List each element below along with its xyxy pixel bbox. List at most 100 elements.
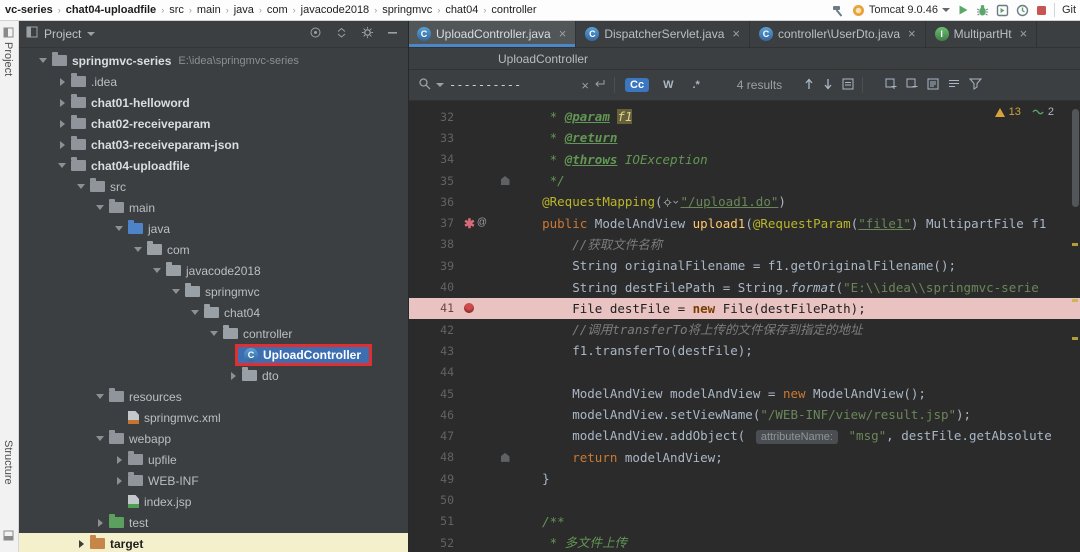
search-input[interactable]: ----------	[449, 78, 576, 92]
tree-item[interactable]: main	[18, 197, 408, 218]
chevron-right-icon[interactable]	[114, 456, 124, 464]
code-line[interactable]: 48 return modelAndView;	[408, 447, 1080, 468]
code-line[interactable]: 41 File destFile = new File(destFilePath…	[408, 298, 1080, 319]
search-toggle-cc[interactable]: Cc	[625, 78, 649, 92]
line-number[interactable]: 46	[408, 408, 462, 422]
tree-item[interactable]: upfile	[18, 449, 408, 470]
project-panel-title[interactable]: Project	[44, 27, 81, 41]
tree-item[interactable]: CUploadController	[18, 344, 408, 365]
line-number[interactable]: 51	[408, 514, 462, 528]
titlebar-breadcrumb[interactable]: javacode2018	[298, 4, 373, 16]
debug-button[interactable]	[976, 4, 989, 17]
tree-item[interactable]: WEB-INF	[18, 470, 408, 491]
stop-button[interactable]	[1036, 5, 1047, 16]
stripe-project-label[interactable]: Project	[2, 42, 14, 76]
tree-item[interactable]: webapp	[18, 428, 408, 449]
tree-item[interactable]: resources	[18, 386, 408, 407]
titlebar-breadcrumb[interactable]: java	[231, 4, 257, 16]
editor-tab[interactable]: CDispatcherServlet.java×	[576, 20, 750, 47]
search-toggle-w[interactable]: W	[658, 78, 678, 92]
tree-item[interactable]: target	[18, 533, 408, 552]
breadcrumb-class[interactable]: UploadController	[498, 52, 588, 66]
tree-item[interactable]: chat04	[18, 302, 408, 323]
chevron-down-icon[interactable]	[114, 226, 124, 231]
code-line[interactable]: 33 * @return	[408, 127, 1080, 148]
code-line[interactable]: 44	[408, 362, 1080, 383]
request-mapping-icon[interactable]: ✱	[464, 217, 475, 230]
code-line[interactable]: 45 ModelAndView modelAndView = new Model…	[408, 383, 1080, 404]
close-tab-icon[interactable]: ×	[908, 27, 916, 40]
chevron-down-icon[interactable]	[171, 289, 181, 294]
close-tab-icon[interactable]: ×	[1020, 27, 1028, 40]
add-selection-icon[interactable]	[885, 78, 897, 93]
fold-marker-icon[interactable]	[501, 453, 510, 462]
tree-item[interactable]: springmvc.xml	[18, 407, 408, 428]
run-button[interactable]	[957, 4, 969, 16]
code-line[interactable]: 43 f1.transferTo(destFile);	[408, 340, 1080, 361]
code-line[interactable]: 49 }	[408, 468, 1080, 489]
line-number[interactable]: 49	[408, 472, 462, 486]
tree-item[interactable]: springmvc	[18, 281, 408, 302]
settings-gear-icon[interactable]	[361, 26, 374, 42]
code-line[interactable]: 42 //调用transferTo将上传的文件保存到指定的地址	[408, 319, 1080, 340]
tree-item[interactable]: test	[18, 512, 408, 533]
tree-item[interactable]: springmvc-series E:\idea\springmvc-serie…	[18, 50, 408, 71]
tree-item[interactable]: chat02-receiveparam	[18, 113, 408, 134]
tree-item[interactable]: com	[18, 239, 408, 260]
editor-scrollbar[interactable]	[1070, 101, 1080, 552]
code-line[interactable]: 37✱@ public ModelAndView upload1(@Reques…	[408, 212, 1080, 233]
line-number[interactable]: 43	[408, 344, 462, 358]
chevron-down-icon[interactable]	[95, 394, 105, 399]
tree-item[interactable]: index.jsp	[18, 491, 408, 512]
stripe-structure-label[interactable]: Structure	[2, 440, 14, 485]
chevron-right-icon[interactable]	[114, 477, 124, 485]
open-in-find-window-icon[interactable]	[948, 78, 960, 93]
locate-file-icon[interactable]	[309, 26, 322, 42]
titlebar-breadcrumb[interactable]: src	[166, 4, 187, 16]
line-number[interactable]: 45	[408, 387, 462, 401]
profiler-button[interactable]	[1016, 4, 1029, 17]
tree-item[interactable]: chat01-helloword	[18, 92, 408, 113]
editor-tab[interactable]: Ccontroller\UserDto.java×	[750, 20, 926, 47]
chevron-down-icon[interactable]	[209, 331, 219, 336]
chevron-down-icon[interactable]	[76, 184, 86, 189]
git-menu[interactable]: Git	[1062, 4, 1078, 16]
select-all-occurrences-icon[interactable]	[842, 78, 854, 93]
chevron-right-icon[interactable]	[57, 141, 67, 149]
chevron-down-icon[interactable]	[38, 58, 48, 63]
code-line[interactable]: 36 @RequestMapping("/upload1.do")	[408, 191, 1080, 212]
line-number[interactable]: 32	[408, 110, 462, 124]
line-number[interactable]: 44	[408, 365, 462, 379]
chevron-down-icon[interactable]	[57, 163, 67, 168]
warning-stripe-mark[interactable]	[1072, 299, 1078, 302]
gutter-icon-area[interactable]: ✱@	[462, 217, 498, 230]
line-number[interactable]: 37	[408, 216, 462, 230]
line-number[interactable]: 39	[408, 259, 462, 273]
editor-tab[interactable]: CUploadController.java×	[408, 20, 576, 47]
pin-results-icon[interactable]	[927, 78, 939, 93]
code-line[interactable]: 38 //获取文件名称	[408, 234, 1080, 255]
chevron-right-icon[interactable]	[95, 519, 105, 527]
warning-stripe-mark[interactable]	[1072, 337, 1078, 340]
newline-icon[interactable]	[594, 78, 606, 92]
code-line[interactable]: 47 modelAndView.addObject( attributeName…	[408, 425, 1080, 446]
chevron-right-icon[interactable]	[57, 120, 67, 128]
line-number[interactable]: 33	[408, 131, 462, 145]
code-line[interactable]: 46 modelAndView.setViewName("/WEB-INF/vi…	[408, 404, 1080, 425]
chevron-down-icon[interactable]	[152, 268, 162, 273]
tree-item[interactable]: src	[18, 176, 408, 197]
code-line[interactable]: 35 */	[408, 170, 1080, 191]
chevron-down-icon[interactable]	[87, 32, 95, 36]
chevron-right-icon[interactable]	[57, 99, 67, 107]
line-number[interactable]: 47	[408, 429, 462, 443]
line-number[interactable]: 42	[408, 323, 462, 337]
selected-tree-item[interactable]: CUploadController	[238, 347, 369, 363]
code-line[interactable]: 32 * @param f1	[408, 106, 1080, 127]
line-number[interactable]: 52	[408, 536, 462, 550]
chevron-right-icon[interactable]	[76, 540, 86, 548]
collapse-all-icon[interactable]	[335, 26, 348, 42]
titlebar-breadcrumb[interactable]: main	[194, 4, 224, 16]
titlebar-breadcrumb[interactable]: chat04-uploadfile	[63, 4, 159, 16]
code-line[interactable]: 51 /**	[408, 511, 1080, 532]
tree-item[interactable]: java	[18, 218, 408, 239]
